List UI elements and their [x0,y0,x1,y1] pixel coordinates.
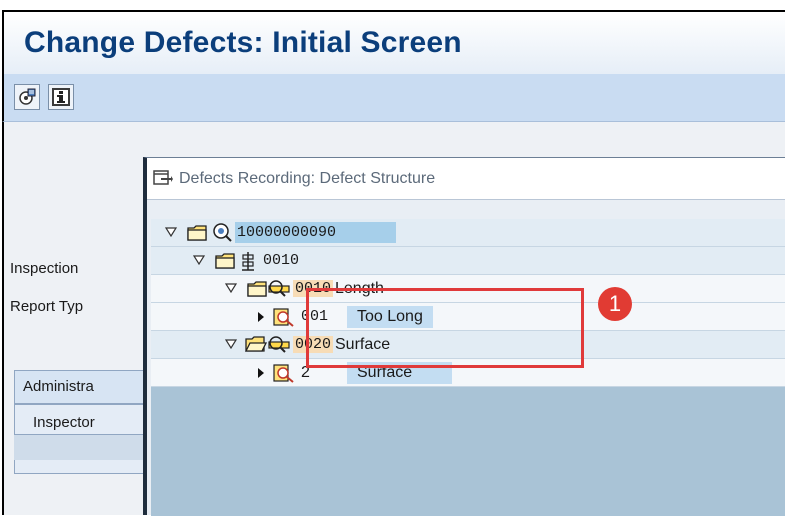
defect-icon [273,308,294,327]
tree-row-root[interactable]: 10000000090 [151,219,785,247]
root-node-id[interactable]: 10000000090 [235,222,397,243]
page-title: Change Defects: Initial Screen [24,26,462,59]
application-toolbar [2,74,785,122]
tab-administration[interactable]: Administra [14,370,152,404]
dialog-window-icon [153,170,173,185]
inspection-lot-icon [213,223,232,242]
expand-triangle-icon[interactable] [193,255,205,265]
settings-button[interactable] [14,84,40,110]
inspection-label: Inspection [10,260,79,277]
settings-icon [19,88,36,105]
info-icon [52,88,70,106]
tab-subsection [14,434,152,460]
sap-window: Change Defects: Initial Screen Inspectio… [0,0,785,516]
tab-administration-label: Administra [23,378,94,395]
defect-icon [273,364,294,383]
characteristic-icon [268,336,290,353]
dialog-title: Defects Recording: Defect Structure [179,170,436,187]
info-button[interactable] [48,84,74,110]
expand-triangle-icon[interactable] [165,227,177,237]
collapsed-arrow-icon[interactable] [257,367,265,379]
dialog-title-bar: Defects Recording: Defect Structure [147,158,785,200]
expand-triangle-icon[interactable] [225,339,237,349]
callout-number-badge: 1 [598,287,632,321]
inspector-label: Inspector [33,414,95,431]
folder-icon [187,225,207,241]
title-bar: Change Defects: Initial Screen [2,10,785,74]
folder-icon [247,281,267,297]
callout-highlight-box [306,288,584,368]
report-type-label: Report Typ [10,298,84,315]
expand-triangle-icon[interactable] [225,283,237,293]
open-folder-icon [245,336,267,352]
characteristic-icon [268,280,290,297]
tree-row-operation[interactable]: 0010 [151,247,785,275]
folder-icon [215,253,235,269]
operation-icon [242,252,254,271]
operation-node-id[interactable]: 0010 [263,252,299,269]
collapsed-arrow-icon[interactable] [257,311,265,323]
